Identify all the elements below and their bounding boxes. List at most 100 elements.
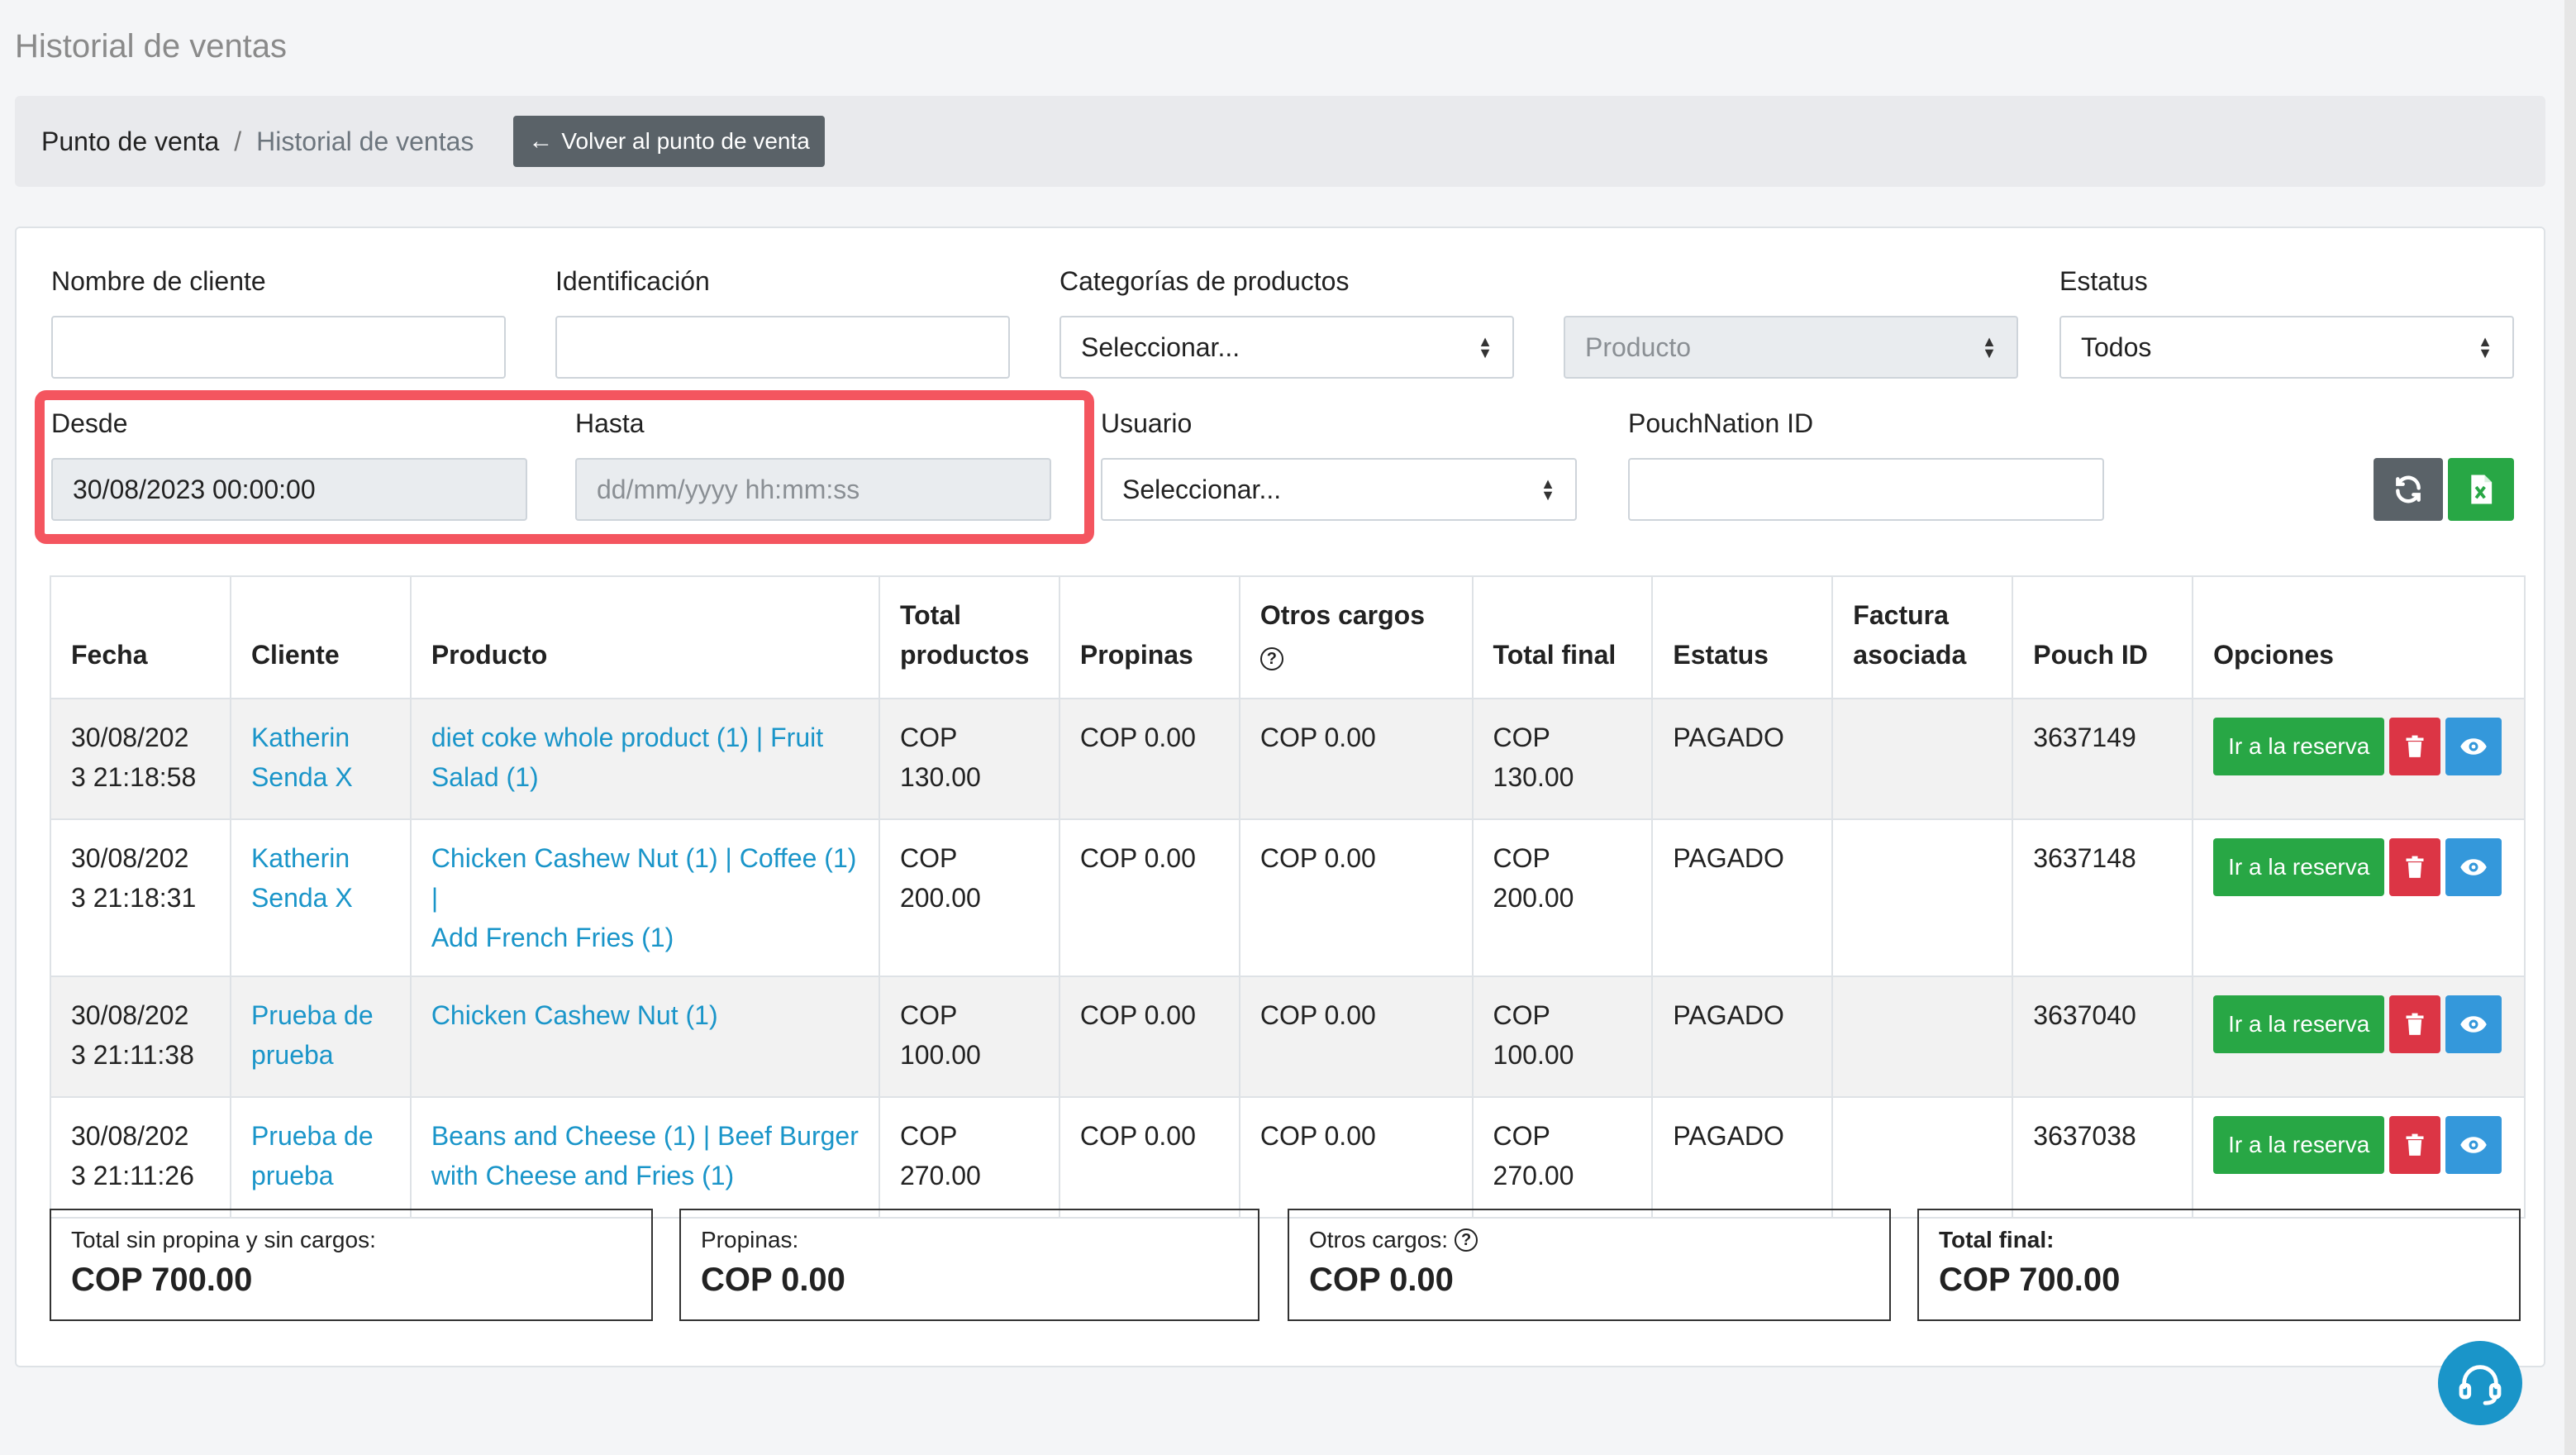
- go-to-reservation-button[interactable]: Ir a la reserva: [2213, 718, 2385, 775]
- view-button[interactable]: [2445, 838, 2502, 896]
- trash-icon: [2406, 1013, 2424, 1035]
- cell-opciones: Ir a la reserva: [2192, 818, 2526, 977]
- go-to-reservation-button[interactable]: Ir a la reserva: [2213, 838, 2385, 896]
- delete-button[interactable]: [2389, 995, 2441, 1053]
- cell-pouch-id: 3637040: [2012, 976, 2194, 1098]
- select-caret-icon: ▲ ▼: [2478, 333, 2493, 361]
- client-link[interactable]: Katherin Senda X: [251, 723, 353, 792]
- summary-tips-label: Propinas:: [701, 1227, 799, 1252]
- delete-button[interactable]: [2389, 1116, 2441, 1174]
- product-link[interactable]: Beans and Cheese (1) | Beef Burger with C…: [431, 1121, 859, 1190]
- cell-pouch-id: 3637149: [2012, 698, 2194, 820]
- cell-total-final: COP 270.00: [1471, 1096, 1654, 1219]
- cell-factura: [1831, 818, 2014, 977]
- status-select[interactable]: Todos ▲ ▼: [2059, 316, 2514, 379]
- cell-total-final: COP 130.00: [1471, 698, 1654, 820]
- cell-fecha: 30/08/202 3 21:18:58: [50, 698, 231, 820]
- pouchnation-id-label: PouchNation ID: [1628, 408, 1814, 438]
- summary-tips-value: COP 0.00: [701, 1262, 845, 1298]
- eye-icon: [2460, 738, 2488, 755]
- status-value: Todos: [2081, 332, 2152, 362]
- to-date-placeholder: dd/mm/yyyy hh:mm:ss: [597, 474, 860, 504]
- trash-icon: [2406, 735, 2424, 757]
- cell-propinas: COP 0.00: [1058, 1096, 1240, 1219]
- help-icon[interactable]: ?: [1259, 647, 1283, 670]
- cell-producto: diet coke whole product (1) | Fruit Salad…: [409, 698, 880, 820]
- product-link[interactable]: diet coke whole product (1) | Fruit Salad…: [431, 723, 823, 792]
- identification-input[interactable]: [555, 316, 1010, 379]
- cell-estatus: PAGADO: [1651, 698, 1834, 820]
- summary-other-charges-label-wrap: Otros cargos: ?: [1309, 1227, 1869, 1253]
- trash-icon: [2406, 856, 2424, 878]
- cell-cliente: Prueba de prueba: [229, 1096, 412, 1219]
- cell-cliente: Katherin Senda X: [229, 698, 412, 820]
- cell-opciones: Ir a la reserva: [2192, 1096, 2526, 1219]
- breadcrumb-root-link[interactable]: Punto de venta: [41, 126, 219, 157]
- summary-other-charges-value: COP 0.00: [1309, 1262, 1454, 1298]
- cell-factura: [1831, 698, 2014, 820]
- go-to-reservation-button[interactable]: Ir a la reserva: [2213, 995, 2385, 1053]
- cell-pouch-id: 3637038: [2012, 1096, 2194, 1219]
- breadcrumb-current: Historial de ventas: [256, 126, 474, 156]
- status-label: Estatus: [2059, 266, 2148, 296]
- col-header-total-productos: Total productos: [878, 575, 1060, 699]
- table-row: 30/08/202 3 21:11:38 Prueba de prueba Chicke…: [50, 976, 2526, 1098]
- client-link[interactable]: Prueba de prueba: [251, 1000, 374, 1070]
- product-category-select[interactable]: Seleccionar... ▲ ▼: [1059, 316, 1514, 379]
- col-header-fecha: Fecha: [50, 575, 231, 699]
- to-date-input[interactable]: dd/mm/yyyy hh:mm:ss: [575, 458, 1051, 521]
- cell-estatus: PAGADO: [1651, 1096, 1834, 1219]
- to-date-label: Hasta: [575, 408, 645, 438]
- product-link[interactable]: Chicken Cashew Nut (1) | Coffee (1) | Add…: [431, 843, 857, 952]
- back-button-label: Volver al punto de venta: [561, 128, 810, 154]
- cell-cliente: Katherin Senda X: [229, 818, 412, 977]
- col-header-otros-cargos: Otros cargos ?: [1238, 575, 1474, 699]
- table-row: 30/08/202 3 21:11:26 Prueba de prueba Beans …: [50, 1096, 2526, 1219]
- delete-button[interactable]: [2389, 718, 2441, 775]
- headset-icon: [2459, 1365, 2502, 1405]
- help-icon[interactable]: ?: [1455, 1228, 1478, 1252]
- client-name-input[interactable]: [51, 316, 506, 379]
- cell-otros-cargos: COP 0.00: [1238, 818, 1474, 977]
- sales-table: Fecha Cliente Producto Total productos Pr…: [50, 575, 2526, 1219]
- cell-otros-cargos: COP 0.00: [1238, 976, 1474, 1098]
- trash-icon: [2406, 1133, 2424, 1156]
- cell-otros-cargos: COP 0.00: [1238, 1096, 1474, 1219]
- cell-estatus: PAGADO: [1651, 818, 1834, 977]
- page-scrollbar[interactable]: [2564, 0, 2576, 1455]
- view-button[interactable]: [2445, 718, 2502, 775]
- page-title: Historial de ventas: [15, 28, 288, 64]
- go-to-reservation-button[interactable]: Ir a la reserva: [2213, 1116, 2385, 1174]
- eye-icon: [2460, 859, 2488, 875]
- cell-fecha: 30/08/202 3 21:18:31: [50, 818, 231, 977]
- view-button[interactable]: [2445, 995, 2502, 1053]
- from-date-input[interactable]: 30/08/2023 00:00:00: [51, 458, 527, 521]
- cell-producto: Chicken Cashew Nut (1): [409, 976, 880, 1098]
- col-header-opciones: Opciones: [2192, 575, 2526, 699]
- cell-pouch-id: 3637148: [2012, 818, 2194, 977]
- client-link[interactable]: Prueba de prueba: [251, 1121, 374, 1190]
- table-row: 30/08/202 3 21:18:31 Katherin Senda X Chicke…: [50, 818, 2526, 977]
- client-link[interactable]: Katherin Senda X: [251, 843, 353, 913]
- cell-fecha: 30/08/202 3 21:11:26: [50, 1096, 231, 1219]
- select-caret-icon: ▲ ▼: [1478, 333, 1493, 361]
- summary-total: Total final: COP 700.00: [1917, 1209, 2521, 1321]
- support-chat-button[interactable]: [2438, 1341, 2522, 1425]
- export-excel-button[interactable]: [2448, 458, 2514, 521]
- back-to-pos-button[interactable]: ← Volver al punto de venta: [513, 116, 825, 167]
- select-caret-icon: ▲ ▼: [1982, 333, 1997, 361]
- col-header-producto: Producto: [409, 575, 880, 699]
- col-header-factura: Factura asociada: [1831, 575, 2014, 699]
- refresh-button[interactable]: [2374, 458, 2443, 521]
- pouchnation-id-input[interactable]: [1628, 458, 2104, 521]
- product-category-value: Seleccionar...: [1081, 332, 1240, 362]
- cell-factura: [1831, 976, 2014, 1098]
- user-select[interactable]: Seleccionar... ▲ ▼: [1101, 458, 1577, 521]
- product-link[interactable]: Chicken Cashew Nut (1): [431, 1000, 718, 1030]
- delete-button[interactable]: [2389, 838, 2441, 896]
- summary-other-charges-label: Otros cargos:: [1309, 1227, 1449, 1252]
- col-header-estatus: Estatus: [1651, 575, 1834, 699]
- view-button[interactable]: [2445, 1116, 2502, 1174]
- refresh-icon: [2396, 475, 2421, 503]
- excel-file-icon: [2471, 475, 2493, 504]
